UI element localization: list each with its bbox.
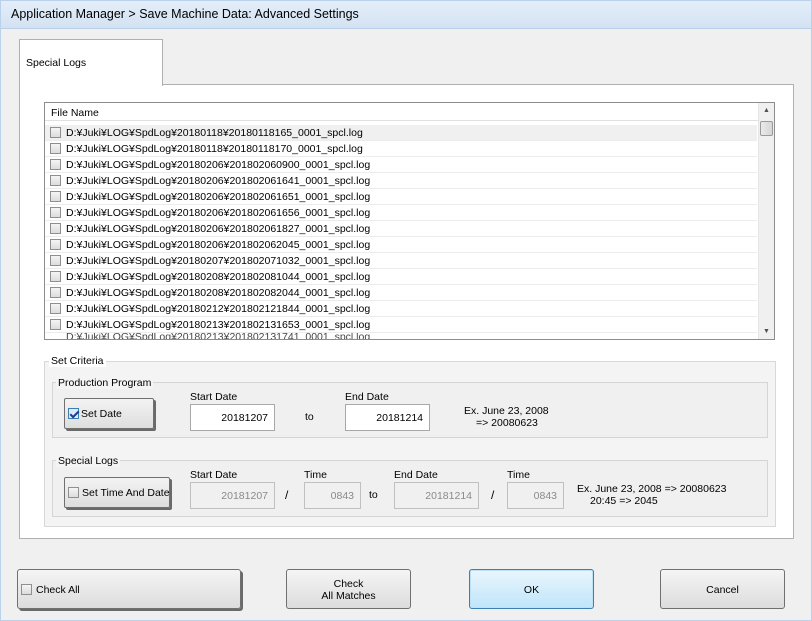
file-list: File Name D:¥Juki¥LOG¥SpdLog¥20180118¥20… [44,102,775,340]
footer-bar: Check All Check All Matches OK Cancel [1,544,811,620]
file-list-header[interactable]: File Name [45,103,760,121]
window-title: Application Manager > Save Machine Data:… [11,7,359,21]
check-all-button[interactable]: Check All [17,569,241,609]
sl-end-date-label: End Date [394,469,438,481]
file-checkbox[interactable] [50,303,61,314]
file-path: D:¥Juki¥LOG¥SpdLog¥20180213¥201802131653… [66,319,371,331]
file-list-scrollbar[interactable]: ▲ ▼ [758,103,774,339]
set-date-label: Set Date [81,408,122,420]
file-checkbox[interactable] [50,255,61,266]
list-item[interactable]: D:¥Juki¥LOG¥SpdLog¥20180118¥20180118165_… [45,125,757,141]
scroll-up-icon[interactable]: ▲ [759,103,774,118]
file-path: D:¥Juki¥LOG¥SpdLog¥20180206¥201802060900… [66,159,371,171]
list-item[interactable]: D:¥Juki¥LOG¥SpdLog¥20180118¥20180118170_… [45,141,757,157]
sl-example-line2: 20:45 => 2045 [590,495,658,507]
file-path: D:¥Juki¥LOG¥SpdLog¥20180206¥201802061641… [66,175,371,187]
list-item[interactable]: D:¥Juki¥LOG¥SpdLog¥20180206¥201802061651… [45,189,757,205]
tab-special-logs[interactable]: Special Logs [19,39,163,86]
set-time-and-date-checkbox[interactable] [68,487,79,498]
sl-to-label: to [369,489,378,501]
cancel-label: Cancel [706,584,739,596]
file-path: D:¥Juki¥LOG¥SpdLog¥20180212¥201802121844… [66,303,371,315]
sl-end-date-input[interactable]: 20181214 [394,482,479,509]
file-checkbox[interactable] [50,175,61,186]
file-path: D:¥Juki¥LOG¥SpdLog¥20180118¥20180118170_… [66,143,363,155]
set-date-checkbox[interactable] [68,408,79,419]
file-checkbox[interactable] [50,319,61,330]
file-checkbox[interactable] [50,127,61,138]
sl-start-time-input[interactable]: 0843 [304,482,361,509]
check-all-checkbox[interactable] [21,584,32,595]
file-checkbox[interactable] [50,207,61,218]
sl-start-date-label: Start Date [190,469,238,481]
file-path: D:¥Juki¥LOG¥SpdLog¥20180208¥201802081044… [66,271,371,283]
pp-example-line1: Ex. June 23, 2008 [464,405,549,417]
sl-slash-1: / [285,488,289,502]
list-item[interactable]: D:¥Juki¥LOG¥SpdLog¥20180206¥201802061641… [45,173,757,189]
sl-end-time-label: Time [507,469,530,481]
list-item-partial[interactable]: D:¥Juki¥LOG¥SpdLog¥20180213¥201802131741… [45,333,757,339]
cancel-button[interactable]: Cancel [660,569,785,609]
sl-example-line1: Ex. June 23, 2008 => 20080623 [577,483,727,495]
file-checkbox[interactable] [50,191,61,202]
list-item[interactable]: D:¥Juki¥LOG¥SpdLog¥20180206¥201802060900… [45,157,757,173]
list-item[interactable]: D:¥Juki¥LOG¥SpdLog¥20180208¥201802082044… [45,285,757,301]
file-path: D:¥Juki¥LOG¥SpdLog¥20180206¥201802061827… [66,223,371,235]
set-time-and-date-button[interactable]: Set Time And Date [64,477,170,508]
column-header-file-name: File Name [51,107,99,119]
sl-end-time-input[interactable]: 0843 [507,482,564,509]
check-all-matches-button[interactable]: Check All Matches [286,569,411,609]
file-checkbox[interactable] [50,271,61,282]
check-all-label: Check All [36,584,80,596]
file-path: D:¥Juki¥LOG¥SpdLog¥20180213¥201802131741… [66,333,371,339]
ok-button[interactable]: OK [469,569,594,609]
set-criteria-label: Set Criteria [49,355,106,367]
file-path: D:¥Juki¥LOG¥SpdLog¥20180206¥201802061651… [66,191,371,203]
file-path: D:¥Juki¥LOG¥SpdLog¥20180207¥201802071032… [66,255,371,267]
set-date-button[interactable]: Set Date [64,398,154,429]
file-checkbox[interactable] [50,223,61,234]
file-checkbox[interactable] [50,287,61,298]
list-item[interactable]: D:¥Juki¥LOG¥SpdLog¥20180206¥201802061656… [45,205,757,221]
tab-panel: File Name D:¥Juki¥LOG¥SpdLog¥20180118¥20… [19,84,794,539]
set-time-and-date-label: Set Time And Date [82,487,170,499]
pp-end-date-input[interactable]: 20181214 [345,404,430,431]
sl-start-time-label: Time [304,469,327,481]
file-checkbox[interactable] [50,239,61,250]
advanced-settings-window: Application Manager > Save Machine Data:… [0,0,812,621]
tab-special-logs-label: Special Logs [26,57,87,69]
list-item[interactable]: D:¥Juki¥LOG¥SpdLog¥20180213¥201802131653… [45,317,757,333]
list-item[interactable]: D:¥Juki¥LOG¥SpdLog¥20180207¥201802071032… [45,253,757,269]
list-item[interactable]: D:¥Juki¥LOG¥SpdLog¥20180206¥201802061827… [45,221,757,237]
check-matches-line1: Check [333,578,364,590]
title-bar[interactable]: Application Manager > Save Machine Data:… [1,1,811,29]
file-path: D:¥Juki¥LOG¥SpdLog¥20180206¥201802061656… [66,207,371,219]
file-list-rows: D:¥Juki¥LOG¥SpdLog¥20180118¥20180118165_… [45,125,757,339]
file-path: D:¥Juki¥LOG¥SpdLog¥20180118¥20180118165_… [66,127,363,139]
scroll-down-icon[interactable]: ▼ [759,324,774,339]
sl-slash-2: / [491,488,495,502]
pp-end-date-label: End Date [345,391,389,403]
pp-to-label: to [305,411,314,423]
file-path: D:¥Juki¥LOG¥SpdLog¥20180208¥201802082044… [66,287,371,299]
pp-start-date-label: Start Date [190,391,238,403]
production-program-label: Production Program [56,377,154,389]
check-matches-line2: All Matches [321,590,376,602]
scroll-thumb[interactable] [760,121,773,136]
file-path: D:¥Juki¥LOG¥SpdLog¥20180206¥201802062045… [66,239,371,251]
pp-start-date-input[interactable]: 20181207 [190,404,275,431]
list-item[interactable]: D:¥Juki¥LOG¥SpdLog¥20180206¥201802062045… [45,237,757,253]
list-item[interactable]: D:¥Juki¥LOG¥SpdLog¥20180208¥201802081044… [45,269,757,285]
file-checkbox[interactable] [50,159,61,170]
sl-start-date-input[interactable]: 20181207 [190,482,275,509]
file-checkbox[interactable] [50,143,61,154]
special-logs-group-label: Special Logs [56,455,121,467]
list-item[interactable]: D:¥Juki¥LOG¥SpdLog¥20180212¥201802121844… [45,301,757,317]
pp-example-line2: => 20080623 [476,417,538,429]
ok-label: OK [523,584,540,596]
